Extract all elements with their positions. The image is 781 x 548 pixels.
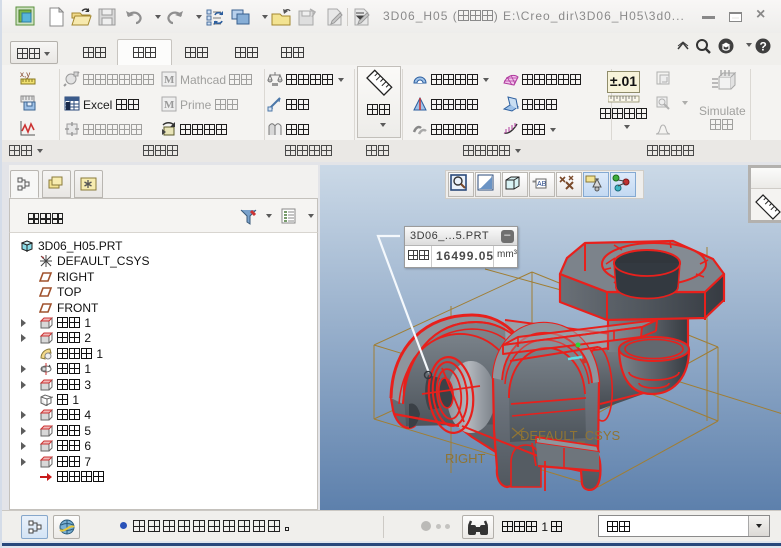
svg-text:x,y: x,y	[20, 70, 30, 79]
svg-text:?: ?	[760, 40, 767, 54]
svg-text:M: M	[164, 74, 175, 86]
svg-text:AB: AB	[537, 181, 547, 188]
svg-text:RIGHT: RIGHT	[445, 451, 486, 466]
svg-text:M: M	[164, 99, 175, 111]
svg-text:DEFAULT_CSYS: DEFAULT_CSYS	[520, 428, 621, 443]
